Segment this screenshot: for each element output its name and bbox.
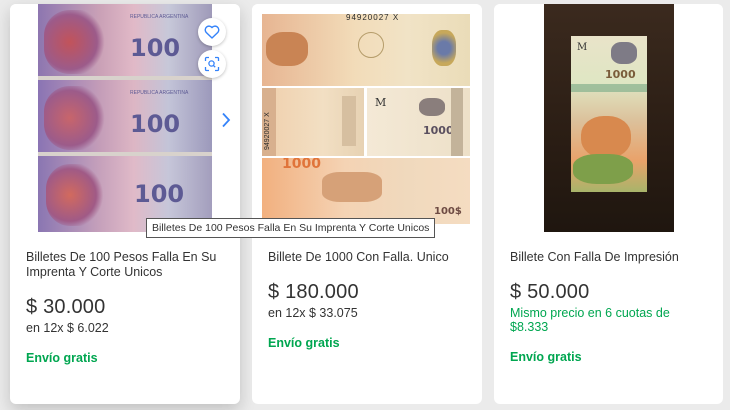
installments-text: Mismo precio en 6 cuotas de $8.333 bbox=[510, 306, 670, 334]
visual-search-button[interactable] bbox=[198, 50, 226, 78]
banknote-image: 100 REPUBLICA ARGENTINA bbox=[38, 4, 212, 76]
visual-search-icon bbox=[204, 56, 220, 72]
product-photo: 100 REPUBLICA ARGENTINA 100 REPUBLICA AR… bbox=[38, 4, 212, 232]
product-card-1[interactable]: 100 REPUBLICA ARGENTINA 100 REPUBLICA AR… bbox=[10, 4, 240, 404]
free-shipping-label: Envío gratis bbox=[268, 336, 340, 350]
banknote-image: M 1000 bbox=[571, 36, 647, 192]
product-image[interactable]: M 1000 bbox=[494, 4, 723, 232]
carousel-next-button[interactable] bbox=[216, 108, 236, 132]
product-price: $ 180.000 bbox=[268, 281, 359, 303]
product-card-3[interactable]: M 1000 Billete Con Falla De Impresión $ … bbox=[494, 4, 723, 404]
product-card-2[interactable]: 94920027 X 94920027 X M 1000 1000 100$ B… bbox=[252, 4, 482, 404]
product-price: $ 30.000 bbox=[26, 296, 106, 318]
product-photo: M 1000 bbox=[544, 4, 674, 232]
installments-text: en 12x $ 6.022 bbox=[26, 321, 109, 335]
product-title[interactable]: Billete Con Falla De Impresión bbox=[510, 250, 711, 265]
banknote-image: 100 REPUBLICA ARGENTINA bbox=[38, 80, 212, 152]
free-shipping-label: Envío gratis bbox=[26, 351, 98, 365]
chevron-right-icon bbox=[222, 112, 231, 128]
title-tooltip: Billetes De 100 Pesos Falla En Su Impren… bbox=[146, 218, 436, 238]
heart-icon bbox=[204, 25, 220, 39]
installments-text: en 12x $ 33.075 bbox=[268, 306, 358, 320]
banknote-image: M 1000 bbox=[367, 88, 470, 156]
product-price: $ 50.000 bbox=[510, 281, 590, 303]
product-title[interactable]: Billete De 1000 Con Falla. Unico bbox=[268, 250, 470, 265]
free-shipping-label: Envío gratis bbox=[510, 350, 582, 364]
banknote-image: 94920027 X bbox=[262, 88, 364, 156]
banknote-image: 94920027 X bbox=[262, 14, 470, 86]
product-image-carousel[interactable]: 100 REPUBLICA ARGENTINA 100 REPUBLICA AR… bbox=[10, 4, 240, 232]
banknote-image: 1000 100$ bbox=[262, 158, 470, 224]
product-title[interactable]: Billetes De 100 Pesos Falla En Su Impren… bbox=[26, 250, 228, 280]
favorite-button[interactable] bbox=[198, 18, 226, 46]
product-image[interactable]: 94920027 X 94920027 X M 1000 1000 100$ bbox=[252, 4, 482, 232]
